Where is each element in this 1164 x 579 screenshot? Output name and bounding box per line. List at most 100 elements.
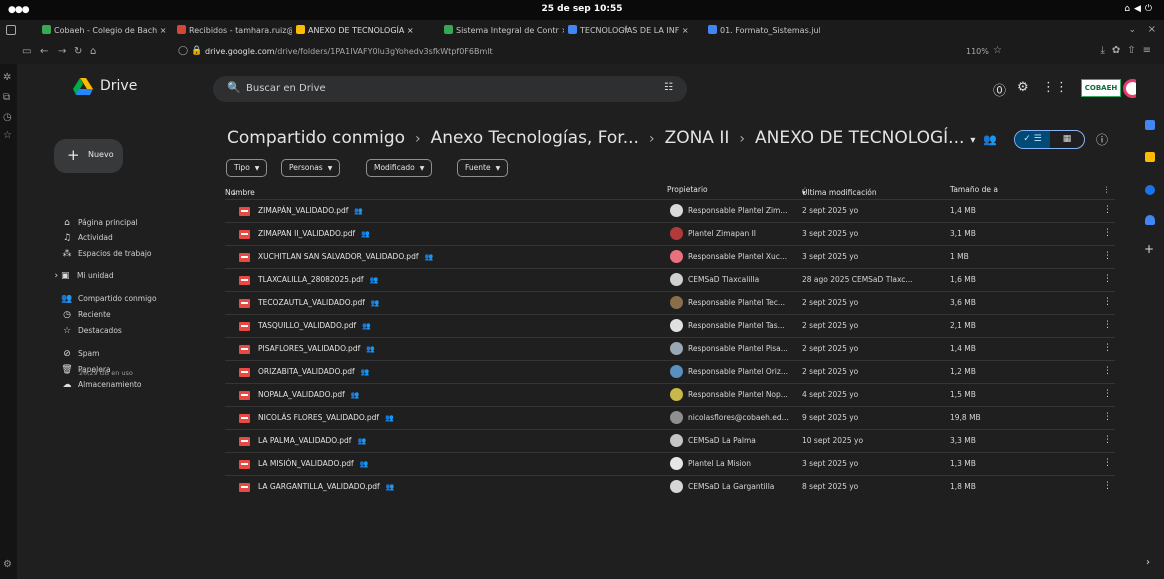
- sidebar-bookmarks-icon[interactable]: ☆: [3, 130, 12, 141]
- file-row[interactable]: LA PALMA_VALIDADO.pdf 👥 CEMSaD La Palma 10 …: [225, 429, 1115, 452]
- new-tab-button[interactable]: +: [622, 24, 630, 35]
- more-actions-icon[interactable]: ⋮: [1103, 251, 1112, 261]
- new-button[interactable]: + Nuevo: [54, 139, 123, 173]
- browser-tab[interactable]: Cobaeh - Colegio de Bach ×: [42, 24, 172, 38]
- hide-panel-icon[interactable]: ›: [1146, 557, 1150, 568]
- calendar-icon[interactable]: [1145, 120, 1155, 130]
- more-actions-icon[interactable]: ⋮: [1103, 274, 1112, 284]
- column-owner[interactable]: Propietario: [667, 185, 708, 194]
- window-icon[interactable]: [6, 25, 16, 35]
- more-actions-icon[interactable]: ⋮: [1103, 205, 1112, 215]
- info-icon[interactable]: ⓘ: [1096, 131, 1108, 148]
- drive-logo[interactable]: Drive: [73, 78, 137, 99]
- contacts-icon[interactable]: [1145, 215, 1155, 225]
- apps-grid-icon[interactable]: ⋮⋮: [1042, 80, 1068, 95]
- more-actions-icon[interactable]: ⋮: [1103, 458, 1112, 468]
- more-actions-icon[interactable]: ⋮: [1103, 481, 1112, 491]
- grid-view-icon[interactable]: ▦: [1050, 131, 1084, 148]
- tab-list-chevron-icon[interactable]: ⌄: [1128, 25, 1136, 35]
- browser-tab[interactable]: Sistema Integral de Contr ×: [444, 24, 564, 38]
- file-row[interactable]: ZIMAPÁN_VALIDADO.pdf 👥 Responsable Plantel…: [225, 199, 1115, 222]
- keep-icon[interactable]: [1145, 152, 1155, 162]
- file-row[interactable]: NOPALA_VALIDADO.pdf 👥 Responsable Plantel …: [225, 383, 1115, 406]
- filter-chip-personas[interactable]: Personas ▼: [281, 159, 341, 177]
- file-name[interactable]: NOPALA_VALIDADO.pdf 👥: [258, 390, 360, 399]
- more-actions-icon[interactable]: ⋮: [1103, 435, 1112, 445]
- file-row[interactable]: TECOZAUTLA_VALIDADO.pdf 👥 Responsable Plan…: [225, 291, 1115, 314]
- shared-folder-icon[interactable]: 👥: [983, 133, 997, 146]
- column-size[interactable]: Tamaño de a: [950, 185, 998, 194]
- sidebar-toggle-icon[interactable]: ▭: [22, 46, 31, 57]
- lock-icon[interactable]: 🔒: [191, 46, 202, 56]
- file-name[interactable]: LA MISIÓN_VALIDADO.pdf 👥: [258, 459, 368, 468]
- url-field[interactable]: drive.google.com/drive/folders/1PA1IVAFY…: [205, 47, 493, 56]
- folder-menu-icon[interactable]: ▾: [970, 135, 975, 146]
- file-name[interactable]: TLAXCALILLA_28082025.pdf 👥: [258, 275, 378, 284]
- search-options-icon[interactable]: ☷: [664, 82, 673, 93]
- file-row[interactable]: TASQUILLO_VALIDADO.pdf 👥 Responsable Plant…: [225, 314, 1115, 337]
- sidebar-item-reciente[interactable]: ◷ Reciente: [60, 310, 111, 320]
- more-actions-icon[interactable]: ⋮: [1103, 343, 1112, 353]
- system-tray-icons[interactable]: ⌂◀⏻: [1124, 4, 1156, 14]
- browser-tab[interactable]: Recibidos - tamhara.ruiz@ ×: [177, 24, 292, 38]
- file-name[interactable]: TECOZAUTLA_VALIDADO.pdf 👥: [258, 298, 380, 307]
- filter-chip-fuente[interactable]: Fuente ▼: [457, 159, 509, 177]
- breadcrumb-item-anexo[interactable]: Anexo Tecnologías, For...: [431, 128, 639, 148]
- sidebar-item-espacios-de-trabajo[interactable]: ⁂ Espacios de trabajo: [60, 249, 152, 259]
- forward-icon[interactable]: →: [58, 46, 66, 57]
- file-name[interactable]: NICOLÁS FLORES_VALIDADO.pdf 👥: [258, 413, 394, 422]
- file-name[interactable]: LA PALMA_VALIDADO.pdf 👥: [258, 436, 366, 445]
- sidebar-item-actividad[interactable]: ♫ Actividad: [60, 233, 113, 243]
- zoom-level[interactable]: 110%: [966, 47, 989, 56]
- toolbar-icons[interactable]: ⤓✿⇧≡: [1100, 45, 1158, 56]
- file-row[interactable]: ZIMAPAN II_VALIDADO.pdf 👥 Plantel Zimapan …: [225, 222, 1115, 245]
- home-icon[interactable]: ⌂: [90, 46, 96, 57]
- reload-icon[interactable]: ↻: [74, 46, 82, 57]
- file-row[interactable]: TLAXCALILLA_28082025.pdf 👥 CEMSaD Tlaxcali…: [225, 268, 1115, 291]
- more-actions-icon[interactable]: ⋮: [1103, 320, 1112, 330]
- file-name[interactable]: XUCHITLAN SAN SALVADOR_VALIDADO.pdf 👥: [258, 252, 433, 261]
- os-clock[interactable]: 25 de sep 10:55: [0, 4, 1164, 14]
- sidebar-item-destacados[interactable]: ☆ Destacados: [60, 326, 122, 336]
- search-bar[interactable]: 🔍 Buscar en Drive ☷: [213, 76, 687, 102]
- help-icon[interactable]: ⓪: [993, 80, 1006, 99]
- file-row[interactable]: LA GARGANTILLA_VALIDADO.pdf 👥 CEMSaD La Ga…: [225, 475, 1115, 498]
- filter-chip-modificado[interactable]: Modificado ▼: [366, 159, 433, 177]
- settings-icon[interactable]: ⚙: [1017, 80, 1029, 95]
- get-addons-icon[interactable]: +: [1144, 242, 1154, 256]
- sidebar-item-mi-unidad[interactable]: › ▣ Mi unidad: [51, 271, 114, 281]
- window-close-icon[interactable]: ×: [1148, 24, 1156, 35]
- breadcrumb-item-current[interactable]: ANEXO DE TECNOLOGÍ...: [755, 128, 964, 148]
- file-row[interactable]: XUCHITLAN SAN SALVADOR_VALIDADO.pdf 👥 Resp…: [225, 245, 1115, 268]
- sidebar-item-almacenamiento[interactable]: ☁ Almacenamiento: [60, 380, 142, 390]
- file-name[interactable]: ZIMAPAN II_VALIDADO.pdf 👥: [258, 229, 370, 238]
- file-name[interactable]: TASQUILLO_VALIDADO.pdf 👥: [258, 321, 371, 330]
- bookmark-star-icon[interactable]: ☆: [993, 45, 1002, 56]
- file-name[interactable]: ORIZABITA_VALIDADO.pdf 👥: [258, 367, 369, 376]
- file-row[interactable]: PISAFLORES_VALIDADO.pdf 👥 Responsable Plan…: [225, 337, 1115, 360]
- file-name[interactable]: LA GARGANTILLA_VALIDADO.pdf 👥: [258, 482, 394, 491]
- breadcrumb-item-zona[interactable]: ZONA II: [665, 128, 730, 148]
- more-actions-icon[interactable]: ⋮: [1103, 389, 1112, 399]
- sidebar-ai-icon[interactable]: ✲: [3, 72, 11, 83]
- column-options-icon[interactable]: ⋮: [1103, 185, 1111, 194]
- sidebar-settings-icon[interactable]: ⚙: [3, 559, 12, 570]
- more-actions-icon[interactable]: ⋮: [1103, 366, 1112, 376]
- tasks-icon[interactable]: [1145, 185, 1155, 195]
- more-actions-icon[interactable]: ⋮: [1103, 412, 1112, 422]
- shield-icon[interactable]: ◯: [178, 46, 188, 56]
- back-icon[interactable]: ←: [40, 46, 48, 57]
- search-icon[interactable]: 🔍: [227, 81, 241, 94]
- sidebar-item-p-gina-principal[interactable]: ⌂ Página principal: [60, 218, 138, 228]
- file-row[interactable]: ORIZABITA_VALIDADO.pdf 👥 Responsable Plant…: [225, 360, 1115, 383]
- more-actions-icon[interactable]: ⋮: [1103, 228, 1112, 238]
- breadcrumb-item-shared[interactable]: Compartido conmigo: [227, 128, 405, 148]
- browser-tab[interactable]: ANEXO DE TECNOLOGÍA ×: [296, 24, 440, 38]
- list-view-icon[interactable]: ✓ ☰: [1015, 131, 1050, 148]
- storage-usage[interactable]: 26,29 GB en uso: [79, 369, 133, 377]
- sidebar-item-spam[interactable]: ⊘ Spam: [60, 349, 99, 359]
- file-name[interactable]: ZIMAPÁN_VALIDADO.pdf 👥: [258, 206, 363, 215]
- browser-tab[interactable]: 01. Formato_Sistemas.jul ×: [708, 24, 820, 38]
- sidebar-history-icon[interactable]: ◷: [3, 112, 12, 123]
- file-name[interactable]: PISAFLORES_VALIDADO.pdf 👥: [258, 344, 375, 353]
